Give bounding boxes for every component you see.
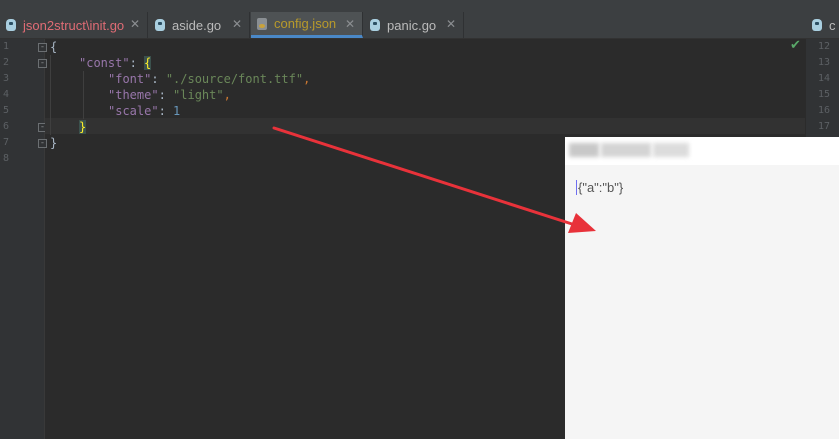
annotation-arrow xyxy=(272,126,596,233)
arrow-shaft xyxy=(272,126,574,226)
arrow-head xyxy=(568,213,596,233)
